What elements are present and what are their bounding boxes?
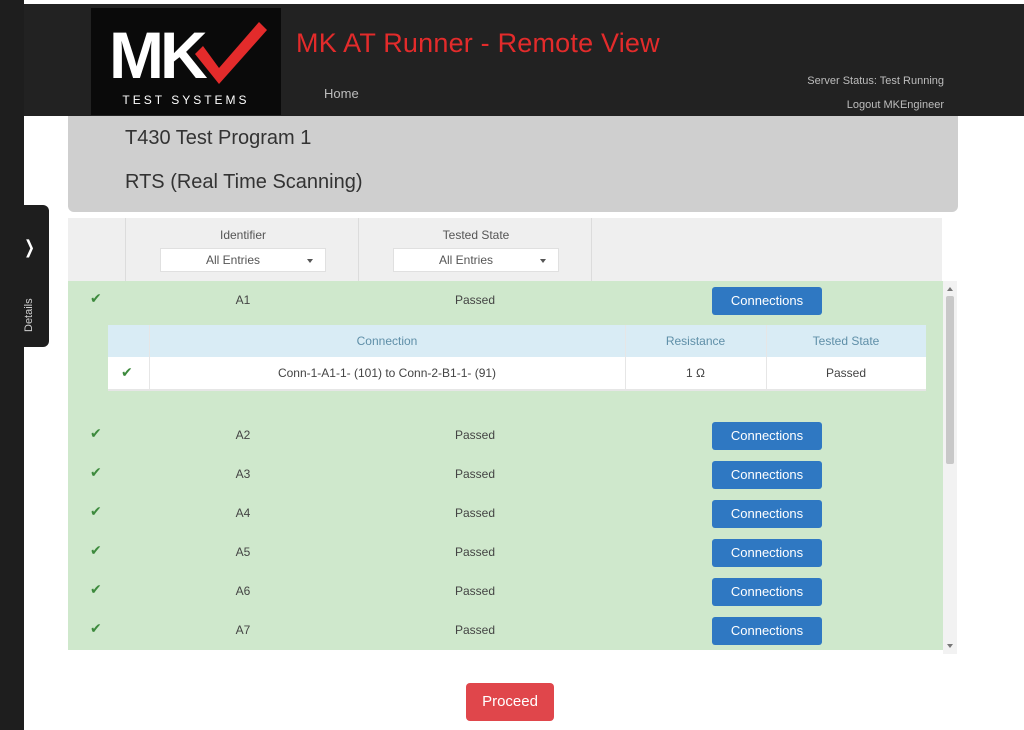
table-divider bbox=[108, 389, 926, 391]
table-row: ✔ A2 Passed Connections bbox=[68, 416, 943, 455]
connections-button[interactable]: Connections bbox=[712, 461, 822, 489]
checkmark-icon: ✔ bbox=[90, 620, 102, 636]
connections-button[interactable]: Connections bbox=[712, 287, 822, 315]
checkmark-icon: ✔ bbox=[90, 290, 102, 306]
row-identifier: A2 bbox=[235, 428, 251, 442]
proceed-button[interactable]: Proceed bbox=[466, 683, 554, 721]
checkmark-icon: ✔ bbox=[90, 464, 102, 480]
connection-name: Conn-1-A1-1- (101) to Conn-2-B1-1- (91) bbox=[277, 366, 497, 380]
connections-button[interactable]: Connections bbox=[712, 422, 822, 450]
program-mode: RTS (Real Time Scanning) bbox=[125, 171, 363, 193]
svg-text:MK: MK bbox=[109, 18, 208, 92]
checkmark-icon: ✔ bbox=[90, 503, 102, 519]
checkmark-icon: ✔ bbox=[90, 542, 102, 558]
connections-button[interactable]: Connections bbox=[712, 500, 822, 528]
caret-down-icon bbox=[307, 259, 313, 263]
column-header-resistance: Resistance bbox=[665, 334, 726, 348]
connections-button[interactable]: Connections bbox=[712, 578, 822, 606]
logout-link[interactable]: Logout MKEngineer bbox=[847, 99, 944, 111]
app-title: MK AT Runner - Remote View bbox=[296, 28, 660, 58]
identifier-filter-label: Identifier bbox=[219, 228, 267, 242]
connection-resistance: 1 Ω bbox=[686, 366, 705, 380]
table-row: ✔ A7 Passed Connections bbox=[68, 611, 943, 650]
identifier-filter-select[interactable]: All Entries bbox=[160, 248, 326, 272]
column-header-tested-state: Tested State bbox=[812, 334, 880, 348]
row-tested-state: Passed bbox=[454, 293, 496, 307]
scroll-down-arrow-icon[interactable] bbox=[947, 644, 953, 648]
checkmark-icon: ✔ bbox=[90, 425, 102, 441]
program-banner: T430 Test Program 1 RTS (Real Time Scann… bbox=[68, 116, 958, 212]
row-tested-state: Passed bbox=[454, 623, 496, 637]
row-tested-state: Passed bbox=[454, 467, 496, 481]
caret-down-icon bbox=[540, 259, 546, 263]
details-side-tab[interactable]: ❯ Details bbox=[0, 205, 49, 347]
app-header: MK TEST SYSTEMS MK AT Runner - Remote Vi… bbox=[24, 4, 1024, 116]
connections-detail-panel: Connection Resistance Tested State ✔ Con… bbox=[68, 320, 943, 416]
checkmark-icon: ✔ bbox=[121, 364, 133, 380]
connections-table: Connection Resistance Tested State ✔ Con… bbox=[108, 325, 926, 391]
table-row: ✔ A1 Passed Connections bbox=[68, 281, 943, 320]
connections-button[interactable]: Connections bbox=[712, 617, 822, 645]
column-divider bbox=[591, 218, 592, 281]
logo: MK TEST SYSTEMS bbox=[91, 8, 281, 115]
connection-tested-state: Passed bbox=[825, 366, 867, 380]
row-tested-state: Passed bbox=[454, 506, 496, 520]
table-row: ✔ A3 Passed Connections bbox=[68, 455, 943, 494]
filter-row: Identifier All Entries Tested State All … bbox=[68, 218, 942, 281]
results-table: ✔ A1 Passed Connections Connection Resis… bbox=[68, 281, 943, 654]
table-row: ✔ A5 Passed Connections bbox=[68, 533, 943, 572]
left-frame bbox=[0, 0, 24, 730]
details-tab-label: Details bbox=[23, 298, 35, 332]
row-tested-state: Passed bbox=[454, 428, 496, 442]
results-scrollbar[interactable] bbox=[943, 281, 957, 654]
table-row: ✔ A6 Passed Connections bbox=[68, 572, 943, 611]
table-row: ✔ A4 Passed Connections bbox=[68, 494, 943, 533]
program-name: T430 Test Program 1 bbox=[125, 127, 312, 149]
identifier-filter-value: All Entries bbox=[205, 253, 261, 267]
tested-state-filter-label: Tested State bbox=[442, 228, 510, 242]
server-status: Server Status: Test Running bbox=[807, 75, 944, 87]
row-tested-state: Passed bbox=[454, 545, 496, 559]
column-divider bbox=[358, 218, 359, 281]
row-identifier: A6 bbox=[235, 584, 251, 598]
row-identifier: A7 bbox=[235, 623, 251, 637]
scroll-up-arrow-icon[interactable] bbox=[947, 287, 953, 291]
connections-button[interactable]: Connections bbox=[712, 539, 822, 567]
checkmark-icon: ✔ bbox=[90, 581, 102, 597]
tested-state-filter-value: All Entries bbox=[438, 253, 494, 267]
row-identifier: A1 bbox=[235, 293, 251, 307]
row-identifier: A4 bbox=[235, 506, 251, 520]
tested-state-filter-select[interactable]: All Entries bbox=[393, 248, 559, 272]
svg-text:TEST SYSTEMS: TEST SYSTEMS bbox=[122, 93, 249, 107]
scrollbar-thumb[interactable] bbox=[946, 296, 954, 464]
nav-home-link[interactable]: Home bbox=[324, 86, 359, 101]
column-divider bbox=[125, 218, 126, 281]
row-identifier: A5 bbox=[235, 545, 251, 559]
row-tested-state: Passed bbox=[454, 584, 496, 598]
column-header-connection: Connection bbox=[356, 334, 418, 348]
row-identifier: A3 bbox=[235, 467, 251, 481]
